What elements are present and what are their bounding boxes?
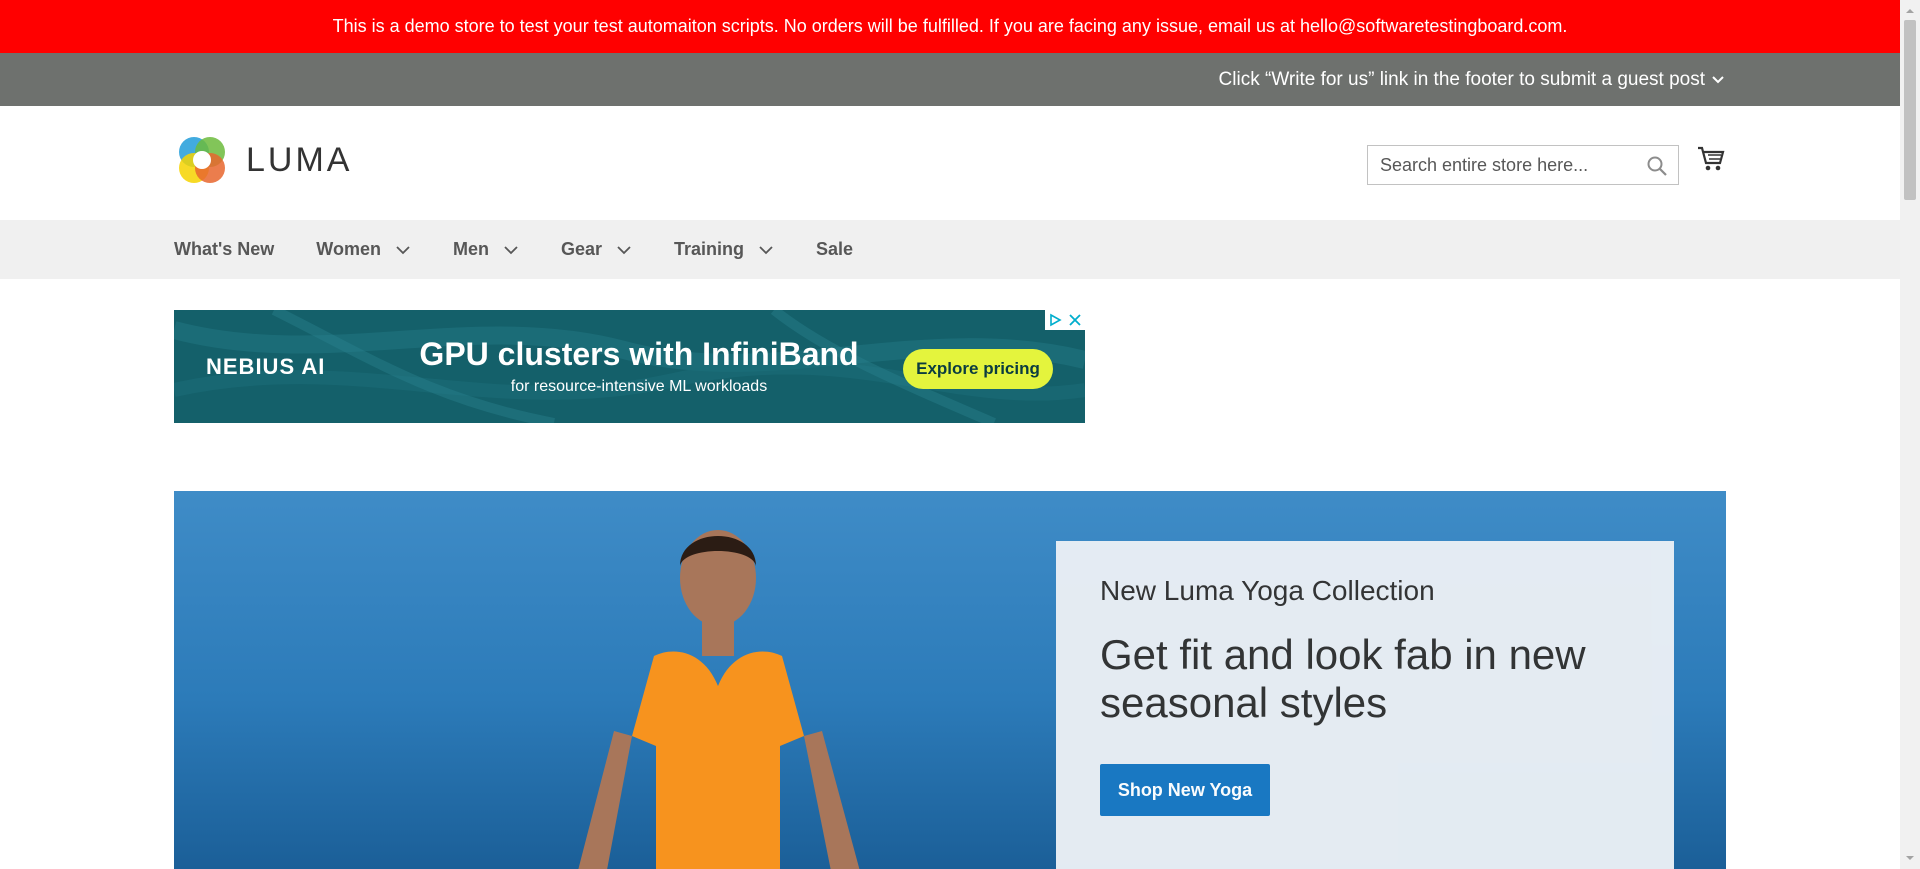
chevron-down-icon — [504, 245, 518, 254]
nav-item-whats-new[interactable]: What's New — [174, 239, 274, 260]
nav-item-men[interactable]: Men — [453, 239, 519, 260]
search-icon[interactable] — [1646, 155, 1668, 177]
advertisement-banner[interactable]: NEBIUS AI GPU clusters with InfiniBand f… — [174, 310, 1085, 423]
ad-close-icon[interactable] — [1065, 310, 1085, 330]
ad-cta-button[interactable]: Explore pricing — [903, 349, 1053, 389]
chevron-down-icon — [1712, 75, 1724, 83]
ad-info-icon[interactable] — [1045, 310, 1065, 330]
guest-post-toggle[interactable]: Click “Write for us” link in the footer … — [1219, 53, 1725, 106]
nav-item-label: Men — [452, 239, 489, 259]
scroll-up-arrow-icon[interactable] — [1905, 6, 1915, 16]
demo-store-notice: This is a demo store to test your test a… — [0, 0, 1900, 53]
luma-logo-icon — [179, 137, 225, 183]
yoga-model-image — [578, 530, 860, 869]
nav-item-label: Sale — [816, 239, 854, 259]
main-navigation: What's New Women Men Gear Training Sale — [0, 220, 1900, 279]
nav-item-training[interactable]: Training — [674, 239, 774, 260]
nav-item-gear[interactable]: Gear — [561, 239, 632, 260]
chevron-down-icon — [396, 245, 410, 254]
ad-brand: NEBIUS AI — [206, 354, 326, 379]
site-header: LUMA — [0, 106, 1900, 220]
hero-title: Get fit and look fab in new seasonal sty… — [1100, 631, 1586, 726]
hero-banner[interactable]: New Luma Yoga Collection Get fit and loo… — [174, 491, 1726, 869]
ad-choices — [1045, 310, 1085, 330]
nav-item-label: Training — [674, 239, 745, 259]
chevron-down-icon — [617, 245, 631, 254]
nav-menu: What's New Women Men Gear Training Sale — [0, 220, 1900, 279]
ad-subline: for resource-intensive ML workloads — [510, 378, 768, 395]
nav-item-women[interactable]: Women — [316, 239, 411, 260]
nav-item-label: What's New — [174, 239, 275, 259]
nav-item-sale[interactable]: Sale — [816, 239, 853, 260]
page-scrollbar[interactable] — [1900, 0, 1920, 869]
store-logo[interactable]: LUMA — [174, 132, 352, 188]
search-input[interactable] — [1368, 146, 1642, 184]
logo-text: LUMA — [246, 140, 353, 179]
ad-headline: GPU clusters with InfiniBand — [419, 336, 859, 372]
shop-new-yoga-button[interactable]: Shop New Yoga — [1100, 764, 1270, 816]
guest-post-text: Click “Write for us” link in the footer … — [1218, 68, 1705, 90]
hero-kicker: New Luma Yoga Collection — [1100, 575, 1435, 606]
hero-promo-card: New Luma Yoga Collection Get fit and loo… — [1056, 541, 1674, 869]
nav-item-label: Women — [316, 239, 381, 259]
cart-icon[interactable] — [1697, 146, 1725, 172]
search-form — [1367, 145, 1679, 185]
scrollbar-thumb[interactable] — [1904, 20, 1916, 200]
demo-store-notice-text: This is a demo store to test your test a… — [332, 16, 1568, 36]
nav-item-label: Gear — [560, 239, 602, 259]
guest-post-bar: Click “Write for us” link in the footer … — [0, 53, 1900, 106]
chevron-down-icon — [759, 245, 773, 254]
scroll-down-arrow-icon[interactable] — [1905, 853, 1915, 863]
